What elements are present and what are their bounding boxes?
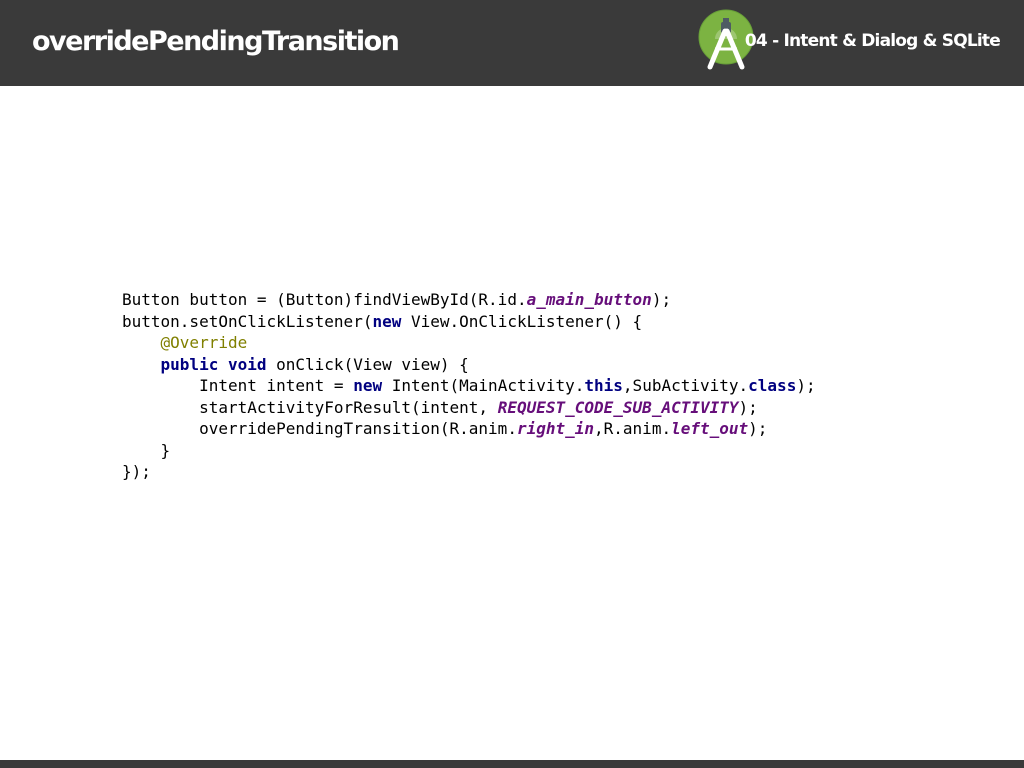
code-line: overridePendingTransition(R.anim.right_i… <box>122 418 816 440</box>
code-line: @Override <box>122 332 816 354</box>
code-field: a_main_button <box>526 290 652 309</box>
section-label: 04 - Intent & Dialog & SQLite <box>744 31 1001 51</box>
code-text: ,R.anim. <box>594 419 672 438</box>
code-text: View.OnClickListener() { <box>401 311 643 331</box>
code-field: left_out <box>671 419 749 438</box>
code-annotation: @Override <box>160 333 248 352</box>
code-text: }); <box>122 462 151 481</box>
code-line: startActivityForResult(intent, REQUEST_C… <box>122 397 816 419</box>
code-keyword: class <box>748 376 797 395</box>
code-text: Intent intent = <box>122 376 354 395</box>
code-text: ); <box>738 397 758 417</box>
code-text: Button button = (Button)findViewById(R.i… <box>122 290 527 309</box>
code-text: ); <box>748 419 768 438</box>
code-text: onClick(View view) { <box>266 354 469 374</box>
page-title: overridePendingTransition <box>32 26 400 57</box>
code-keyword: new <box>372 311 402 331</box>
header-bar: overridePendingTransition 04 - Intent & … <box>0 0 1024 86</box>
code-line: public void onClick(View view) { <box>122 354 816 376</box>
code-block: Button button = (Button)findViewById(R.i… <box>122 289 816 483</box>
code-field: REQUEST_CODE_SUB_ACTIVITY <box>497 397 739 417</box>
code-text: button.setOnClickListener( <box>122 311 373 331</box>
code-text: Intent(MainActivity. <box>382 376 585 395</box>
code-text: ); <box>796 376 816 395</box>
code-line: } <box>122 440 816 462</box>
code-line: button.setOnClickListener(new View.OnCli… <box>122 311 816 333</box>
code-line: Button button = (Button)findViewById(R.i… <box>122 289 816 311</box>
code-text: ,SubActivity. <box>622 376 749 395</box>
footer-bar <box>0 760 1024 768</box>
code-keyword: public <box>160 354 219 374</box>
code-line: }); <box>122 461 816 483</box>
code-keyword: this <box>584 376 623 395</box>
code-keyword: void <box>227 354 267 374</box>
code-keyword: new <box>353 376 383 395</box>
code-field: right_in <box>516 419 595 438</box>
code-text: startActivityForResult(intent, <box>122 397 498 417</box>
code-text: overridePendingTransition(R.anim. <box>122 419 517 438</box>
code-text: ); <box>651 290 672 309</box>
code-line: Intent intent = new Intent(MainActivity.… <box>122 375 816 397</box>
code-text: } <box>122 440 171 460</box>
